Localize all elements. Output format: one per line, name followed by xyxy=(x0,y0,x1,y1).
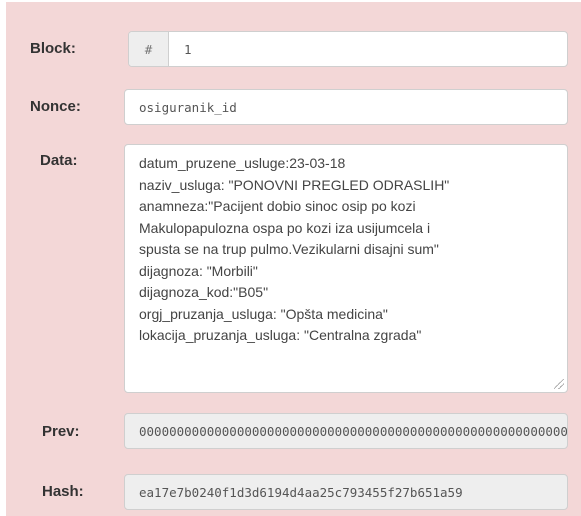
prev-hash-field[interactable]: 0000000000000000000000000000000000000000… xyxy=(124,413,568,449)
hash-value: ea17e7b0240f1d3d6194d4aa25c793455f27b651… xyxy=(139,485,463,500)
hash-sign-addon: # xyxy=(129,32,169,66)
hash-label: Hash: xyxy=(42,483,84,500)
nonce-value: osiguranik_id xyxy=(139,100,237,115)
prev-label: Prev: xyxy=(42,423,80,440)
data-line: anamneza:"Pacijent dobio sinoc osip po k… xyxy=(139,198,416,214)
block-number-input[interactable]: # 1 xyxy=(128,31,568,67)
data-line: orgj_pruzanja_usluga: "Opšta medicina" xyxy=(139,305,388,322)
data-line: datum_pruzene_usluge:23-03-18 xyxy=(139,155,346,171)
data-line: lokacija_pruzanja_usluga: "Centralna zgr… xyxy=(139,327,422,343)
data-textarea[interactable]: datum_pruzene_usluge:23-03-18 naziv_uslu… xyxy=(124,144,568,393)
hash-field[interactable]: ea17e7b0240f1d3d6194d4aa25c793455f27b651… xyxy=(124,474,568,510)
block-number-value: 1 xyxy=(184,42,192,57)
nonce-input[interactable]: osiguranik_id xyxy=(124,89,568,125)
data-line: dijagnoza: "Morbili" xyxy=(139,262,258,279)
block-label: Block: xyxy=(30,40,76,57)
prev-hash-value: 0000000000000000000000000000000000000000… xyxy=(139,424,568,439)
resize-handle-icon[interactable] xyxy=(554,379,564,389)
nonce-label: Nonce: xyxy=(30,98,81,115)
data-line: Makulopapulozna ospa po kozi iza usijumc… xyxy=(139,219,431,236)
data-line: spusta se na trup pulmo.Vezikularni disa… xyxy=(139,241,439,257)
data-line: dijagnoza_kod:"B05" xyxy=(139,284,269,300)
block-card: Block: # 1 Nonce: osiguranik_id Data: da… xyxy=(6,2,581,516)
data-label: Data: xyxy=(40,152,78,169)
data-line: naziv_usluga: "PONOVNI PREGLED ODRASLIH" xyxy=(139,176,450,193)
